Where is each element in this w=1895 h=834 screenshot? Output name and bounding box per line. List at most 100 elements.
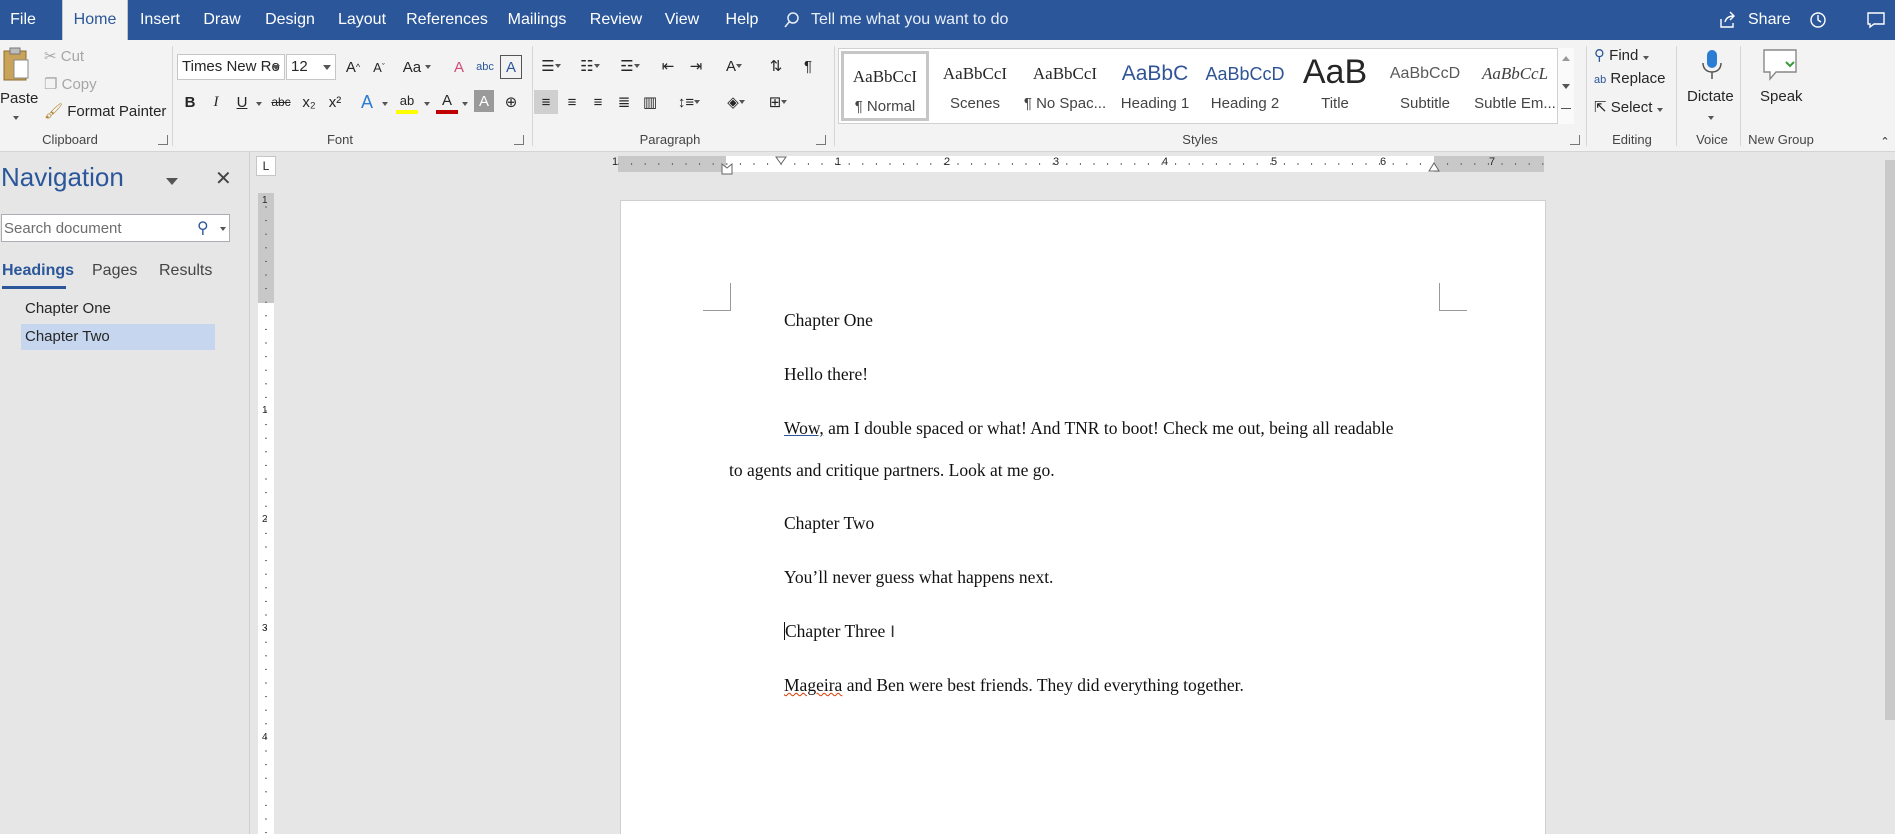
style-no-spacing[interactable]: AaBbCcI ¶ No Spac... — [1021, 51, 1109, 121]
line-spacing-icon[interactable]: ↕≡ — [672, 90, 706, 114]
style-normal[interactable]: AaBbCcI ¶ Normal — [841, 51, 929, 121]
sort-icon[interactable]: ⇅ — [764, 54, 788, 78]
change-case-button[interactable]: Aa — [400, 55, 434, 79]
replace-button[interactable]: ab Replace — [1594, 70, 1665, 87]
tab-view[interactable]: View — [660, 0, 704, 40]
strikethrough-button[interactable]: abc — [268, 90, 294, 114]
tab-draw[interactable]: Draw — [198, 0, 246, 40]
chevron-down-icon[interactable] — [1562, 84, 1570, 89]
history-icon[interactable] — [1808, 10, 1828, 30]
styles-launcher-icon[interactable] — [1570, 135, 1580, 145]
show-formatting-marks-icon[interactable]: ¶ — [796, 54, 820, 78]
chevron-down-icon[interactable] — [462, 102, 468, 106]
style-heading-2[interactable]: AaBbCcD Heading 2 — [1201, 51, 1289, 121]
horizontal-ruler[interactable]: 1 1 2 3 4 5 6 7 — [612, 156, 1544, 175]
justify-icon[interactable]: ≣ — [612, 90, 636, 114]
tab-references[interactable]: References — [406, 0, 488, 40]
grow-font-icon[interactable]: A ^ — [342, 55, 364, 79]
tab-layout[interactable]: Layout — [334, 0, 390, 40]
chevron-down-icon[interactable] — [166, 178, 178, 185]
tab-stop-selector[interactable]: L — [256, 156, 276, 176]
style-subtle-emphasis[interactable]: AaBbCcL Subtle Em... — [1471, 51, 1559, 121]
grammar-flagged-word[interactable]: Wow, — [784, 418, 824, 438]
select-button[interactable]: ⇱ Select — [1594, 98, 1663, 116]
align-left-icon[interactable]: ≡ — [534, 90, 558, 114]
first-line-indent-marker-icon[interactable] — [775, 156, 787, 166]
highlight-icon[interactable]: ab — [396, 90, 418, 114]
chevron-down-icon[interactable] — [256, 102, 262, 106]
paragraph-launcher-icon[interactable] — [816, 135, 826, 145]
doc-paragraph-continued[interactable]: to agents and critique partners. Look at… — [729, 460, 1055, 481]
comments-icon[interactable] — [1866, 10, 1886, 30]
multilevel-list-icon[interactable]: ☲ — [614, 54, 646, 78]
search-input[interactable] — [4, 218, 194, 238]
heading-chapter-one[interactable]: Chapter One — [784, 310, 873, 331]
paste-button[interactable]: Paste — [0, 90, 38, 107]
tab-insert[interactable]: Insert — [136, 0, 184, 40]
text-effects-icon[interactable]: A — [356, 90, 378, 114]
shrink-font-icon[interactable]: Aˇ — [368, 55, 390, 79]
borders-icon[interactable]: ⊞ — [760, 90, 796, 114]
bold-button[interactable]: B — [180, 90, 200, 114]
numbering-icon[interactable]: ☷ — [574, 54, 606, 78]
font-color-icon[interactable]: A — [436, 90, 458, 114]
copy-button[interactable]: ❐ Copy — [44, 75, 97, 93]
character-border-icon[interactable]: A — [500, 55, 522, 79]
align-center-icon[interactable]: ≡ — [560, 90, 584, 114]
close-icon[interactable]: ✕ — [215, 166, 232, 191]
tab-design[interactable]: Design — [262, 0, 318, 40]
phonetic-guide-icon[interactable]: abc — [474, 55, 496, 79]
clipboard-launcher-icon[interactable] — [158, 135, 168, 145]
tab-review[interactable]: Review — [588, 0, 644, 40]
heading-chapter-two[interactable]: Chapter Two — [784, 513, 874, 534]
chevron-down-icon[interactable] — [424, 102, 430, 106]
chevron-up-icon[interactable] — [1562, 56, 1570, 61]
doc-paragraph[interactable]: Wow, am I double spaced or what! And TNR… — [784, 418, 1393, 439]
tab-file[interactable]: File — [0, 0, 46, 40]
doc-paragraph[interactable]: Mageira and Ben were best friends. They … — [784, 675, 1244, 696]
styles-gallery-scroll[interactable] — [1557, 48, 1574, 124]
style-subtitle[interactable]: AaBbCcD Subtitle — [1381, 51, 1469, 121]
style-title[interactable]: AaB Title — [1291, 51, 1379, 121]
format-painter-button[interactable]: 🖌 Format Painter — [44, 102, 166, 120]
doc-paragraph[interactable]: Hello there! — [784, 364, 868, 385]
bullets-icon[interactable]: ☰ — [536, 54, 566, 78]
decrease-indent-icon[interactable]: ⇤ — [656, 54, 680, 78]
dictate-button[interactable]: Dictate — [1687, 88, 1734, 105]
italic-button[interactable]: I — [206, 90, 226, 114]
more-styles-icon[interactable] — [1561, 108, 1571, 109]
character-shading-icon[interactable]: A — [474, 90, 494, 112]
style-heading-1[interactable]: AaBbC Heading 1 — [1111, 51, 1199, 121]
heading-chapter-three[interactable]: Chapter Three I — [784, 621, 895, 642]
tab-pages[interactable]: Pages — [92, 262, 137, 280]
spelling-flagged-word[interactable]: Mageira — [784, 675, 842, 695]
left-indent-marker-icon[interactable] — [721, 163, 733, 175]
align-right-icon[interactable]: ≡ — [586, 90, 610, 114]
chevron-down-icon[interactable] — [1708, 116, 1714, 120]
chevron-down-icon[interactable] — [382, 102, 388, 106]
right-indent-marker-icon[interactable] — [1428, 162, 1440, 172]
underline-button[interactable]: U — [232, 90, 252, 114]
vertical-scrollbar[interactable] — [1885, 160, 1895, 720]
font-launcher-icon[interactable] — [514, 135, 524, 145]
heading-item-chapter-one[interactable]: Chapter One — [21, 296, 215, 322]
subscript-button[interactable]: x₂ — [298, 90, 320, 114]
speak-button[interactable]: Speak — [1760, 88, 1803, 105]
tab-help[interactable]: Help — [720, 0, 764, 40]
distributed-icon[interactable]: ▥ — [638, 90, 662, 114]
heading-item-chapter-two[interactable]: Chapter Two — [21, 324, 215, 350]
asian-layout-icon[interactable]: A — [718, 54, 750, 78]
clear-formatting-icon[interactable]: A — [448, 55, 470, 79]
superscript-button[interactable]: x² — [324, 90, 346, 114]
shading-icon[interactable]: ◈ — [718, 90, 754, 114]
search-icon[interactable]: ⚲ — [197, 218, 209, 238]
find-button[interactable]: ⚲ Find — [1594, 46, 1649, 64]
font-size-combo[interactable]: 12 — [286, 54, 336, 80]
chevron-down-icon[interactable] — [220, 227, 226, 231]
font-name-combo[interactable]: Times New Ro — [177, 54, 285, 80]
vertical-ruler[interactable]: 1 1 2 3 4 — [258, 193, 274, 834]
increase-indent-icon[interactable]: ⇥ — [684, 54, 708, 78]
tab-results[interactable]: Results — [159, 262, 212, 280]
enclose-characters-icon[interactable]: ⊕ — [500, 90, 522, 114]
tab-mailings[interactable]: Mailings — [502, 0, 572, 40]
